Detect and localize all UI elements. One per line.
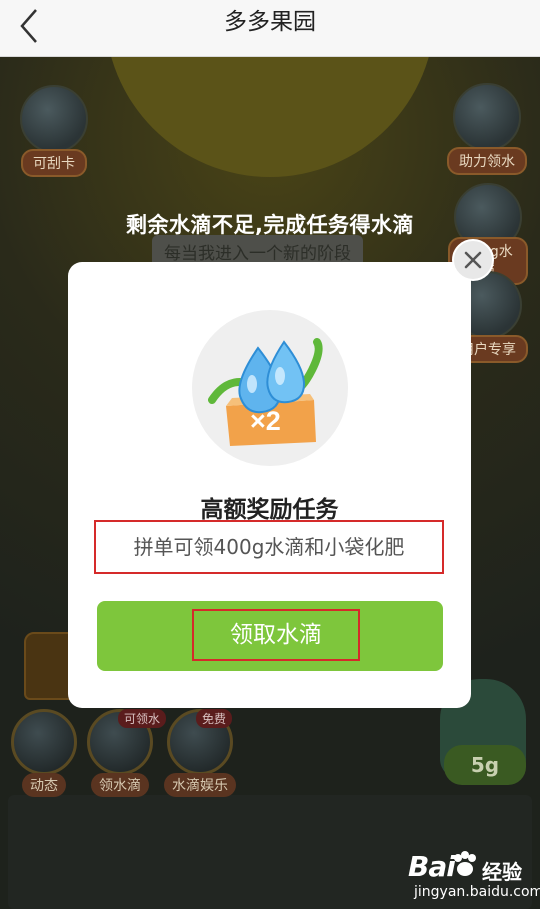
scratch-card-button[interactable]: 可刮卡 [14,85,94,177]
reward-illustration: ×2 [192,310,348,466]
feed-icon [11,709,77,775]
help-water-label: 助力领水 [447,147,527,175]
free-badge: 免费 [196,709,233,728]
feed-button[interactable]: 动态 [8,709,80,797]
claim-water-button[interactable]: 领取水滴 [97,601,443,671]
paw-icon [454,851,476,876]
close-icon [464,251,482,269]
watermark-cn: 经验 [482,860,522,884]
kettle-water-amount: 5g [444,745,526,785]
scratch-card-label: 可刮卡 [21,149,87,177]
water-drops-box-icon [208,338,323,446]
page-title: 多多果园 [224,9,316,35]
water-entertainment-label: 水滴娱乐 [164,773,236,797]
scratch-card-icon [20,85,88,153]
multiplier-badge: ×2 [250,406,281,436]
dialog-description: 拼单可领400g水滴和小袋化肥 [94,520,444,574]
claim-water-label: 领取水滴 [192,609,360,661]
top-navigation-bar: 多多果园 [0,0,540,57]
collect-water-label: 领水滴 [91,773,149,797]
sun-decoration [105,57,435,177]
house-icon [453,83,521,151]
modal-close-button[interactable] [452,239,494,281]
reward-task-dialog: ×2 高额奖励任务 拼单可领400g水滴和小袋化肥 领取水滴 [68,262,471,708]
baidu-jingyan-watermark: Bai 经验 jingyan.baidu.com [408,848,540,904]
dialog-title: 高额奖励任务 [200,497,339,523]
watermark-url: jingyan.baidu.com [414,884,540,900]
help-water-button[interactable]: 助力领水 [446,83,528,175]
collect-water-badge: 可领水 [118,709,167,728]
feed-label: 动态 [22,773,66,797]
watermark-brand: Bai [408,850,456,883]
